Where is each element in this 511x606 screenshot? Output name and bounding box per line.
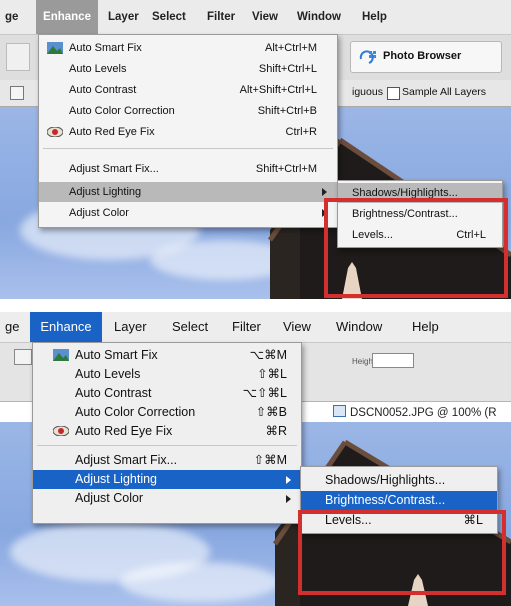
- submenu-arrow-icon: [286, 495, 291, 503]
- menu-item-auto-contrast[interactable]: Auto Contrast ⌥⇧⌘L: [33, 384, 301, 403]
- menu-item-label: Adjust Color: [69, 207, 129, 219]
- tool-button[interactable]: [14, 349, 32, 365]
- menu-enhance[interactable]: Enhance: [30, 312, 102, 342]
- menu-item-auto-smart-fix[interactable]: Auto Smart Fix Alt+Ctrl+M: [39, 38, 337, 58]
- menu-item-auto-levels[interactable]: Auto Levels Shift+Ctrl+L: [39, 59, 337, 79]
- menu-item-label: Adjust Color: [75, 491, 144, 505]
- menu-item-label: Auto Red Eye Fix: [69, 126, 155, 138]
- menu-item-shadows-highlights[interactable]: Shadows/Highlights...: [301, 471, 497, 490]
- menu-layer[interactable]: Layer: [114, 312, 147, 342]
- shortcut-label: Shift+Ctrl+L: [258, 63, 317, 75]
- auto-smart-fix-icon: [47, 42, 63, 54]
- menu-item-label: Auto Color Correction: [75, 405, 196, 419]
- submenu-arrow-icon: [322, 188, 327, 196]
- menu-item-label: Auto Red Eye Fix: [75, 424, 173, 438]
- callout-highlight-box: [324, 198, 508, 298]
- menu-item-adjust-lighting[interactable]: Adjust Lighting: [33, 470, 301, 489]
- shortcut-label: ⌥⇧⌘L: [242, 386, 287, 400]
- menu-item-adjust-lighting[interactable]: Adjust Lighting: [39, 182, 337, 202]
- shortcut-label: ⇧⌘L: [257, 367, 287, 381]
- menu-help[interactable]: Help: [362, 0, 387, 34]
- windows-screenshot-panel: ge Enhance Layer Select Filter View Wind…: [0, 0, 511, 299]
- menu-image[interactable]: ge: [5, 312, 19, 342]
- callout-highlight-box: [298, 510, 506, 595]
- menu-select[interactable]: Select: [152, 0, 186, 34]
- menu-item-brightness-contrast[interactable]: Brightness/Contrast...: [301, 491, 497, 510]
- tool-button[interactable]: [6, 43, 30, 71]
- shortcut-label: ⇧⌘M: [253, 453, 287, 467]
- menu-image[interactable]: ge: [5, 0, 18, 34]
- menu-item-auto-levels[interactable]: Auto Levels ⇧⌘L: [33, 365, 301, 384]
- menu-item-label: Auto Contrast: [69, 84, 137, 96]
- shortcut-label: Alt+Ctrl+M: [265, 42, 317, 54]
- menu-enhance[interactable]: Enhance: [36, 0, 98, 34]
- shortcut-label: Shift+Ctrl+B: [257, 105, 317, 117]
- menu-item-label: Auto Contrast: [75, 386, 152, 400]
- submenu-arrow-icon: [286, 476, 291, 484]
- menu-item-label: Auto Smart Fix: [75, 348, 158, 362]
- shortcut-label: ⇧⌘B: [255, 405, 287, 419]
- menu-bar: ge Enhance Layer Select Filter View Wind…: [0, 0, 511, 35]
- menu-item-label: Auto Levels: [69, 63, 127, 75]
- contiguous-label: iguous: [352, 86, 383, 98]
- menu-item-adjust-color[interactable]: Adjust Color: [39, 203, 337, 223]
- menu-bar: ge Enhance Layer Select Filter View Wind…: [0, 312, 511, 343]
- shortcut-label: ⌥⌘M: [249, 348, 287, 362]
- eye-icon: [47, 127, 63, 137]
- menu-separator: [43, 148, 333, 149]
- photo-browser-icon: [359, 50, 376, 64]
- menu-filter[interactable]: Filter: [207, 0, 235, 34]
- menu-item-label: Adjust Lighting: [75, 472, 158, 486]
- height-input[interactable]: [372, 353, 414, 368]
- enhance-menu: Auto Smart Fix ⌥⌘M Auto Levels ⇧⌘L Auto …: [32, 342, 302, 524]
- shortcut-label: Ctrl+R: [285, 126, 317, 138]
- menu-item-adjust-smart-fix[interactable]: Adjust Smart Fix... ⇧⌘M: [33, 451, 301, 470]
- menu-item-label: Shadows/Highlights...: [325, 473, 446, 487]
- menu-item-label: Auto Smart Fix: [69, 42, 142, 54]
- menu-item-label: Auto Levels: [75, 367, 141, 381]
- menu-item-label: Auto Color Correction: [69, 105, 175, 117]
- menu-item-auto-smart-fix[interactable]: Auto Smart Fix ⌥⌘M: [33, 346, 301, 365]
- menu-select[interactable]: Select: [172, 312, 208, 342]
- auto-smart-fix-icon: [53, 349, 69, 361]
- eye-icon: [53, 426, 69, 436]
- document-tab-title: DSCN0052.JPG @ 100% (R: [350, 407, 497, 419]
- menu-view[interactable]: View: [283, 312, 311, 342]
- menu-item-adjust-color[interactable]: Adjust Color: [33, 489, 301, 508]
- menu-view[interactable]: View: [252, 0, 278, 34]
- menu-window[interactable]: Window: [336, 312, 382, 342]
- shortcut-label: Alt+Shift+Ctrl+L: [239, 84, 317, 96]
- menu-filter[interactable]: Filter: [232, 312, 261, 342]
- sample-all-layers-checkbox[interactable]: [387, 87, 400, 100]
- menu-help[interactable]: Help: [412, 312, 439, 342]
- menu-window[interactable]: Window: [297, 0, 341, 34]
- menu-item-auto-red-eye-fix[interactable]: Auto Red Eye Fix ⌘R: [33, 422, 301, 441]
- menu-item-adjust-smart-fix[interactable]: Adjust Smart Fix... Shift+Ctrl+M: [39, 159, 337, 179]
- menu-item-auto-color-correction[interactable]: Auto Color Correction Shift+Ctrl+B: [39, 101, 337, 121]
- menu-item-label: Brightness/Contrast...: [325, 493, 446, 507]
- photo-browser-label: Photo Browser: [383, 50, 462, 62]
- mac-screenshot-panel: ge Enhance Layer Select Filter View Wind…: [0, 312, 511, 606]
- menu-item-auto-color-correction[interactable]: Auto Color Correction ⇧⌘B: [33, 403, 301, 422]
- menu-item-auto-contrast[interactable]: Auto Contrast Alt+Shift+Ctrl+L: [39, 80, 337, 100]
- sample-all-layers-label: Sample All Layers: [402, 86, 487, 98]
- document-icon: [333, 405, 346, 417]
- menu-item-label: Adjust Smart Fix...: [69, 163, 159, 175]
- photo-browser-button[interactable]: Photo Browser: [350, 41, 502, 73]
- menu-layer[interactable]: Layer: [108, 0, 139, 34]
- enhance-menu: Auto Smart Fix Alt+Ctrl+M Auto Levels Sh…: [38, 34, 338, 228]
- shortcut-label: ⌘R: [265, 424, 287, 438]
- shortcut-label: Shift+Ctrl+M: [255, 163, 317, 175]
- menu-separator: [37, 445, 297, 446]
- option-tool-icon[interactable]: [10, 86, 24, 100]
- menu-item-label: Adjust Lighting: [69, 186, 142, 198]
- document-tab[interactable]: DSCN0052.JPG @ 100% (R: [333, 404, 497, 422]
- menu-item-label: Adjust Smart Fix...: [75, 453, 178, 467]
- menu-item-auto-red-eye-fix[interactable]: Auto Red Eye Fix Ctrl+R: [39, 122, 337, 142]
